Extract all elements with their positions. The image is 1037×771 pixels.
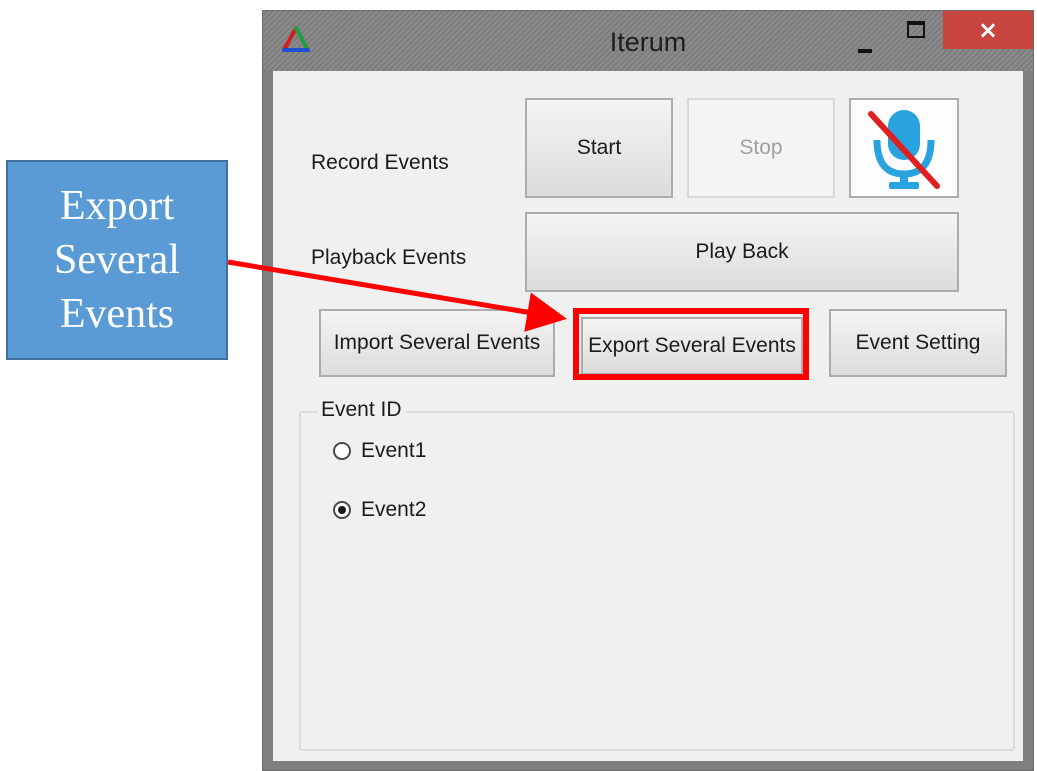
radio-label: Event1 (361, 439, 427, 462)
start-button[interactable]: Start (525, 98, 673, 198)
callout-line: Several (54, 237, 180, 283)
form-client-area: Record Events Start Stop Playback Events… (273, 71, 1023, 761)
microphone-button[interactable] (849, 98, 959, 198)
playback-events-label: Playback Events (311, 246, 467, 269)
stop-button[interactable]: Stop (687, 98, 835, 198)
annotation-highlight-box (573, 308, 809, 380)
play-back-button[interactable]: Play Back (525, 212, 959, 292)
radio-label: Event2 (361, 498, 427, 521)
close-button[interactable]: × (943, 11, 1033, 49)
annotation-callout-text: Export Several Events (17, 179, 217, 341)
radio-button-checked[interactable] (333, 501, 351, 519)
annotation-callout: Export Several Events (6, 160, 228, 360)
title-bar[interactable]: Iterum × (263, 11, 1033, 71)
event-setting-button[interactable]: Event Setting (829, 309, 1007, 377)
microphone-muted-icon (868, 110, 940, 189)
radio-option-event2[interactable]: Event2 (333, 498, 426, 522)
callout-line: Events (59, 291, 175, 337)
minimize-icon[interactable] (856, 35, 886, 59)
radio-button[interactable] (333, 442, 351, 460)
maximize-icon[interactable] (905, 21, 931, 45)
radio-option-event1[interactable]: Event1 (333, 439, 426, 463)
record-events-label: Record Events (311, 151, 449, 174)
import-several-events-button[interactable]: Import Several Events (319, 309, 555, 377)
app-window: Iterum × Record Events Start Stop Playba… (262, 10, 1034, 771)
event-id-group-title: Event ID (317, 398, 406, 422)
callout-line: Export (59, 183, 175, 229)
